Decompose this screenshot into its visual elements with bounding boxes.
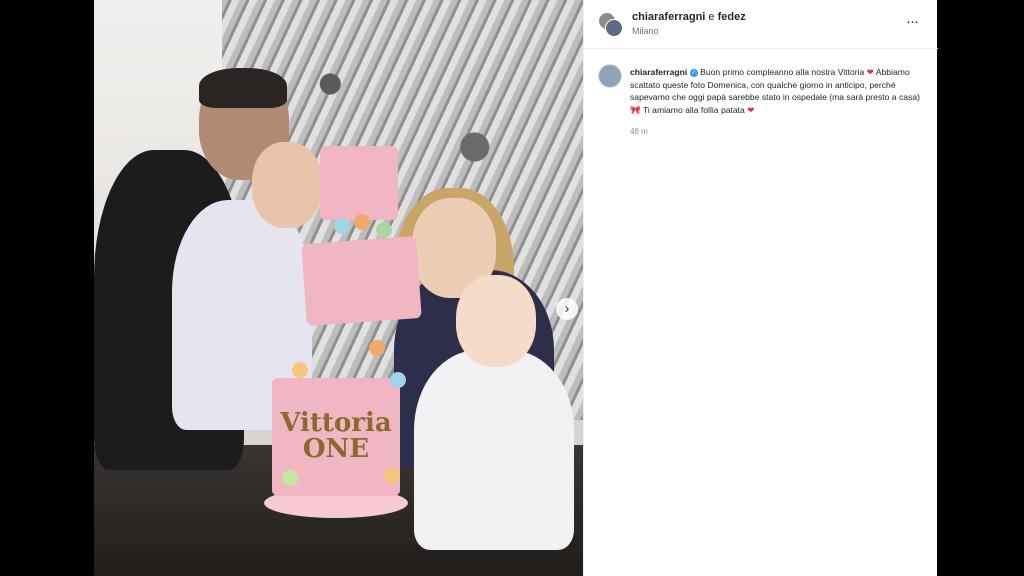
baby-head — [456, 275, 536, 367]
cake-ball — [384, 468, 400, 484]
more-options-icon[interactable]: ··· — [902, 12, 922, 32]
post-caption: chiaraferragni ✓ Buon primo compleanno a… — [630, 66, 930, 116]
cake-name-text: Vittoria — [280, 408, 392, 438]
baby-figure — [414, 350, 574, 550]
cake-age-text: ONE — [302, 434, 370, 464]
carousel-next-button[interactable]: › — [556, 298, 578, 320]
cake-topper-text: Vittoria ONE — [276, 410, 396, 462]
author-username-link[interactable]: chiaraferragni — [632, 11, 705, 23]
collab-avatars[interactable] — [598, 12, 623, 37]
author-joiner: e — [705, 11, 718, 23]
post-sidebar: chiaraferragni e fedez Milano ··· chiara… — [583, 0, 938, 576]
heart-icon: ❤ — [866, 67, 874, 77]
boy-head — [252, 142, 322, 228]
cake-ball — [376, 222, 392, 238]
cake-ball — [390, 372, 406, 388]
cake-ball — [354, 214, 370, 230]
father-hair — [199, 68, 287, 108]
cake-ball — [334, 218, 350, 234]
verified-badge-icon: ✓ — [689, 68, 698, 77]
cake-top-tier — [320, 146, 398, 220]
instagram-post: Vittoria ONE › chiaraferragni e fedez Mi… — [94, 0, 938, 576]
post-photo[interactable]: Vittoria ONE › — [94, 0, 583, 576]
avatar[interactable] — [605, 19, 623, 37]
cake-ball — [369, 340, 385, 356]
cake-ball — [292, 362, 308, 378]
cake-ball — [282, 470, 298, 486]
heart-icon: ❤ — [747, 104, 755, 115]
caption-username-link[interactable]: chiaraferragni — [630, 67, 687, 77]
cake-middle-tier — [301, 236, 422, 326]
caption-text: Ti amiamo alla follia patata — [642, 104, 745, 115]
chevron-right-icon: › — [564, 300, 570, 316]
avatar[interactable] — [598, 64, 622, 88]
post-timestamp[interactable]: 46 m — [630, 127, 648, 136]
ribbon-bow-icon: 🎀 — [630, 104, 641, 115]
caption-text: Buon primo compleanno alla nostra Vittor… — [700, 67, 865, 77]
coauthor-username-link[interactable]: fedez — [718, 11, 746, 23]
post-header: chiaraferragni e fedez Milano ··· — [584, 0, 938, 49]
location-link[interactable]: Milano — [632, 26, 659, 36]
post-authors: chiaraferragni e fedez — [632, 11, 746, 23]
